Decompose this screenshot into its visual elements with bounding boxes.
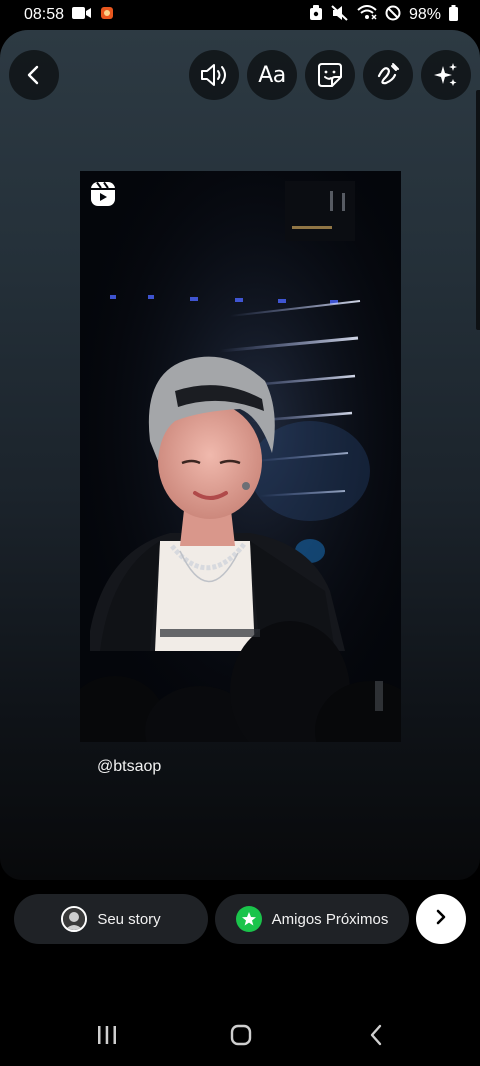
battery-percentage: 98% xyxy=(408,6,441,23)
post-author-mention[interactable]: @btsaop xyxy=(97,758,161,776)
wifi-icon xyxy=(357,5,377,25)
draw-button[interactable] xyxy=(363,50,413,100)
video-camera-icon xyxy=(72,6,92,25)
mute-icon xyxy=(331,4,349,26)
sticker-button[interactable] xyxy=(305,50,355,100)
home-icon xyxy=(230,1024,252,1051)
story-editor-canvas: Aa @btsaop xyxy=(0,30,480,880)
story-editor-screen: 08:58 98% Aa @btsaop Seu story Amigos Pr… xyxy=(0,0,480,1066)
reels-icon xyxy=(90,181,116,207)
home-button[interactable] xyxy=(221,1022,261,1052)
speaker-icon xyxy=(199,62,229,88)
sound-button[interactable] xyxy=(189,50,239,100)
avatar xyxy=(61,906,88,932)
recent-apps-icon xyxy=(96,1025,118,1050)
sparkles-icon xyxy=(432,61,460,89)
reel-post-preview[interactable] xyxy=(80,171,401,742)
back-icon xyxy=(368,1024,384,1051)
system-navigation-bar xyxy=(0,1008,480,1066)
do-not-disturb-icon xyxy=(385,5,401,26)
status-bar: 08:58 98% xyxy=(0,0,480,30)
sticker-icon xyxy=(317,62,343,88)
effects-button[interactable] xyxy=(421,50,471,100)
back-button[interactable] xyxy=(9,50,59,100)
notification-app-icon xyxy=(100,6,114,25)
your-story-button[interactable]: Seu story xyxy=(14,894,208,944)
close-friends-label: Amigos Próximos xyxy=(271,910,389,928)
text-tool-button[interactable]: Aa xyxy=(247,50,297,100)
chevron-right-icon xyxy=(432,908,450,931)
back-nav-button[interactable] xyxy=(356,1022,396,1052)
edge-handle xyxy=(476,90,480,330)
chevron-left-icon xyxy=(23,64,45,86)
text-tool-label: Aa xyxy=(258,62,286,88)
scribble-icon xyxy=(375,62,401,88)
recent-apps-button[interactable] xyxy=(87,1022,127,1052)
battery-icon xyxy=(449,4,458,26)
star-icon xyxy=(235,906,262,932)
your-story-label: Seu story xyxy=(97,910,161,928)
reel-thumbnail-image xyxy=(80,171,401,742)
status-right: 98% xyxy=(309,4,458,26)
alarm-icon xyxy=(309,4,323,26)
close-friends-button[interactable]: Amigos Próximos xyxy=(215,894,409,944)
status-time: 08:58 xyxy=(24,6,65,23)
status-left: 08:58 xyxy=(24,6,114,25)
next-button[interactable] xyxy=(416,894,466,944)
